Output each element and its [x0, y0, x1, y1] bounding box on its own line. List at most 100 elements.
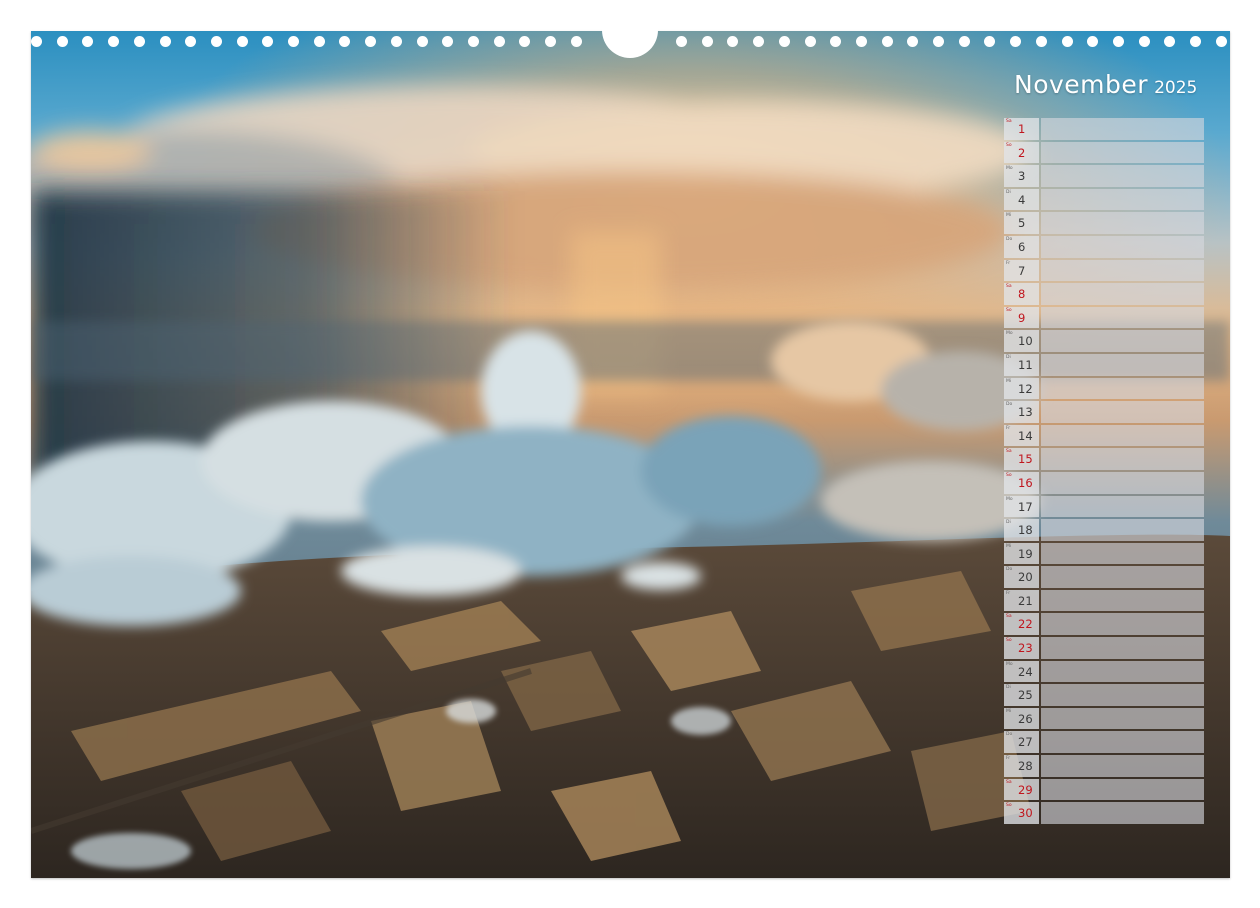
note-cell[interactable] [1041, 424, 1204, 447]
note-cell[interactable] [1041, 141, 1204, 164]
weekday-abbr: Fr [1006, 590, 1011, 596]
binding-hole [185, 36, 197, 47]
calendar-title: November 2025 [1014, 70, 1224, 99]
day-number: 2 [1018, 145, 1026, 160]
note-cell[interactable] [1041, 637, 1204, 659]
binding-hole [855, 36, 867, 47]
day-cell: Mi 12 [1004, 377, 1039, 400]
note-cell[interactable] [1041, 283, 1204, 305]
day-cell: Di 25 [1004, 684, 1039, 706]
calendar-page: November 2025 Sa 1 So 2 Mo 3 Di 4 Mi 5 Do 6 Fr 7 Sa 8 So 9… [0, 0, 1260, 908]
note-cell[interactable] [1041, 542, 1204, 565]
binding-hole [467, 36, 479, 47]
day-number: 25 [1018, 688, 1033, 703]
day-number: 27 [1018, 735, 1033, 750]
day-row: Di 25 [1004, 684, 1204, 706]
note-cell[interactable] [1041, 353, 1204, 376]
day-cell: Do 13 [1004, 401, 1039, 423]
binding-hole [701, 36, 713, 47]
weekday-abbr: Di [1006, 520, 1011, 526]
day-number: 18 [1018, 523, 1033, 538]
note-cell[interactable] [1041, 306, 1204, 329]
weekday-abbr: So [1006, 142, 1012, 148]
day-row: So 2 [1004, 141, 1204, 164]
note-cell[interactable] [1041, 212, 1204, 234]
weekday-abbr: Mo [1006, 331, 1013, 337]
binding-hole [82, 36, 94, 47]
weekday-abbr: Sa [1006, 779, 1012, 785]
note-cell[interactable] [1041, 684, 1204, 706]
binding-hole [984, 36, 996, 47]
day-row: Mo 3 [1004, 165, 1204, 187]
note-cell[interactable] [1041, 259, 1204, 282]
day-row: Sa 22 [1004, 613, 1204, 636]
weekday-abbr: Sa [1006, 449, 1012, 455]
note-cell[interactable] [1041, 118, 1204, 140]
binding-hole [210, 36, 222, 47]
day-row: Do 20 [1004, 566, 1204, 588]
weekday-abbr: Do [1006, 567, 1013, 573]
day-cell: Fr 28 [1004, 755, 1039, 777]
binding-hole [881, 36, 893, 47]
binding-hole [339, 36, 351, 47]
note-cell[interactable] [1041, 731, 1204, 754]
day-number: 7 [1018, 263, 1026, 278]
day-number: 26 [1018, 711, 1033, 726]
day-number: 29 [1018, 782, 1033, 797]
day-row: Mo 24 [1004, 660, 1204, 683]
note-cell[interactable] [1041, 188, 1204, 211]
day-cell: So 2 [1004, 141, 1039, 164]
day-cell: Sa 8 [1004, 283, 1039, 305]
day-row: So 9 [1004, 306, 1204, 329]
weekday-abbr: Di [1006, 354, 1011, 360]
weekday-abbr: So [1006, 638, 1012, 644]
note-cell[interactable] [1041, 448, 1204, 470]
day-row: Fr 21 [1004, 589, 1204, 612]
note-cell[interactable] [1041, 802, 1204, 824]
note-cell[interactable] [1041, 778, 1204, 801]
note-cell[interactable] [1041, 471, 1204, 494]
year-label: 2025 [1154, 78, 1198, 98]
weekday-abbr: Mi [1006, 378, 1012, 384]
day-row: Fr 14 [1004, 424, 1204, 447]
day-cell: Mo 3 [1004, 165, 1039, 187]
note-cell[interactable] [1041, 495, 1204, 518]
binding-hole [288, 36, 299, 47]
day-cell: Mi 26 [1004, 707, 1039, 730]
binding-hole [727, 36, 739, 47]
day-cell: Fr 21 [1004, 589, 1039, 612]
weekday-abbr: Di [1006, 189, 1011, 195]
binding-hole [753, 36, 765, 47]
day-number: 14 [1018, 428, 1033, 443]
day-number: 28 [1018, 759, 1033, 774]
binding-hole [390, 36, 402, 47]
weekday-abbr: Sa [1006, 119, 1012, 124]
day-list: Sa 1 So 2 Mo 3 Di 4 Mi 5 Do 6 Fr 7 Sa 8 So 9 Mo 10 Di 11 Mi 12 D… [1004, 118, 1204, 826]
day-row: So 30 [1004, 802, 1204, 824]
note-cell[interactable] [1041, 401, 1204, 423]
weekday-abbr: So [1006, 472, 1012, 478]
day-row: Mi 19 [1004, 542, 1204, 565]
day-number: 11 [1018, 357, 1033, 372]
binding-hole [1035, 36, 1047, 47]
note-cell[interactable] [1041, 566, 1204, 588]
note-cell[interactable] [1041, 165, 1204, 187]
note-cell[interactable] [1041, 377, 1204, 400]
day-row: So 23 [1004, 637, 1204, 659]
binding-hole [159, 36, 171, 47]
day-row: So 16 [1004, 471, 1204, 494]
note-cell[interactable] [1041, 235, 1204, 258]
note-cell[interactable] [1041, 589, 1204, 612]
day-row: Di 18 [1004, 519, 1204, 541]
note-cell[interactable] [1041, 519, 1204, 541]
day-cell: Mo 24 [1004, 660, 1039, 683]
day-row: Mo 17 [1004, 495, 1204, 518]
day-cell: Sa 15 [1004, 448, 1039, 470]
note-cell[interactable] [1041, 330, 1204, 352]
note-cell[interactable] [1041, 660, 1204, 683]
note-cell[interactable] [1041, 613, 1204, 636]
note-cell[interactable] [1041, 707, 1204, 730]
note-cell[interactable] [1041, 755, 1204, 777]
day-number: 15 [1018, 452, 1033, 467]
weekday-abbr: Mo [1006, 496, 1013, 502]
